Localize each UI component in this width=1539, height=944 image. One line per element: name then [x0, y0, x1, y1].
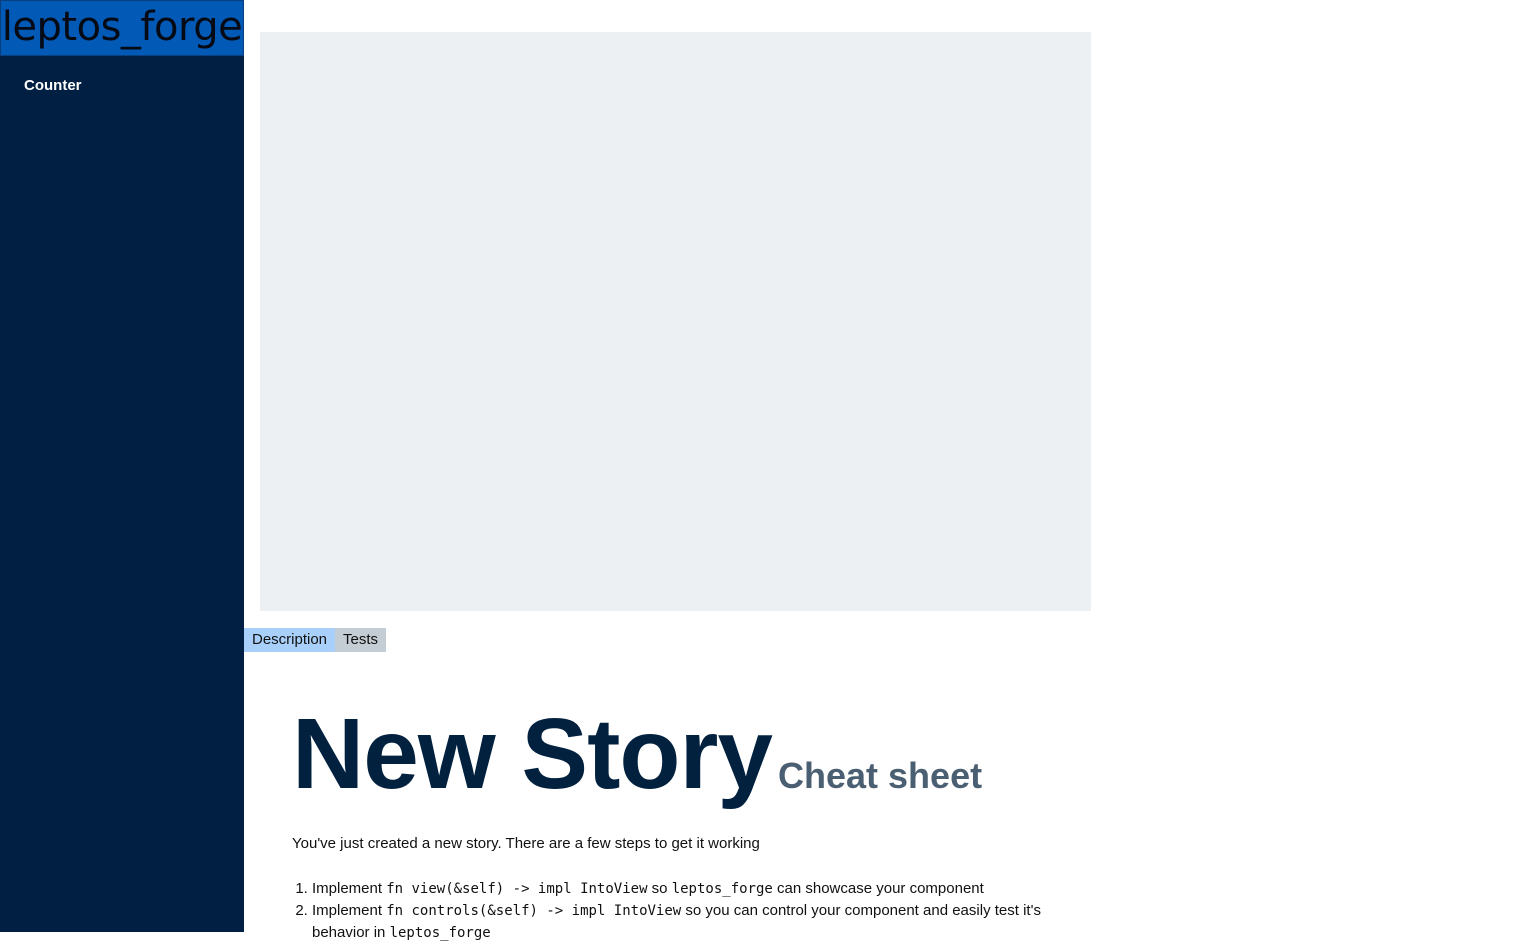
- intro-text: You've just created a new story. There a…: [292, 835, 760, 852]
- tab-description[interactable]: Description: [244, 628, 336, 652]
- step-text: Implement: [312, 880, 387, 897]
- step-text: so: [647, 880, 672, 897]
- story-tabs: Description Tests: [244, 628, 387, 652]
- page-subtitle: Cheat sheet: [778, 755, 983, 796]
- story-description: New Story Cheat sheet You've just create…: [292, 700, 1092, 944]
- step-code: fn controls(&self) -> impl IntoView: [386, 903, 682, 919]
- app-logo[interactable]: leptos_forge: [0, 0, 244, 56]
- main-content: Description Tests New Story Cheat sheet …: [244, 0, 1539, 941]
- sidebar-item-counter[interactable]: Counter: [24, 76, 82, 96]
- step-code: leptos_forge: [671, 881, 773, 897]
- step-text: Implement: [312, 902, 387, 919]
- component-preview[interactable]: [260, 32, 1091, 611]
- page-title: New Story: [292, 698, 773, 810]
- step-code: leptos_forge: [389, 925, 491, 941]
- step-text: can showcase your component: [772, 880, 984, 897]
- sidebar: leptos_forge Counter: [0, 0, 244, 932]
- step-code: fn view(&self) -> impl IntoView: [386, 881, 648, 897]
- tab-tests[interactable]: Tests: [335, 628, 387, 652]
- list-item: Implement fn controls(&self) -> impl Int…: [312, 900, 1062, 944]
- list-item: Implement fn view(&self) -> impl IntoVie…: [312, 878, 1062, 900]
- title-row: New Story Cheat sheet: [292, 700, 1092, 808]
- steps-list: Implement fn view(&self) -> impl IntoVie…: [292, 878, 1062, 944]
